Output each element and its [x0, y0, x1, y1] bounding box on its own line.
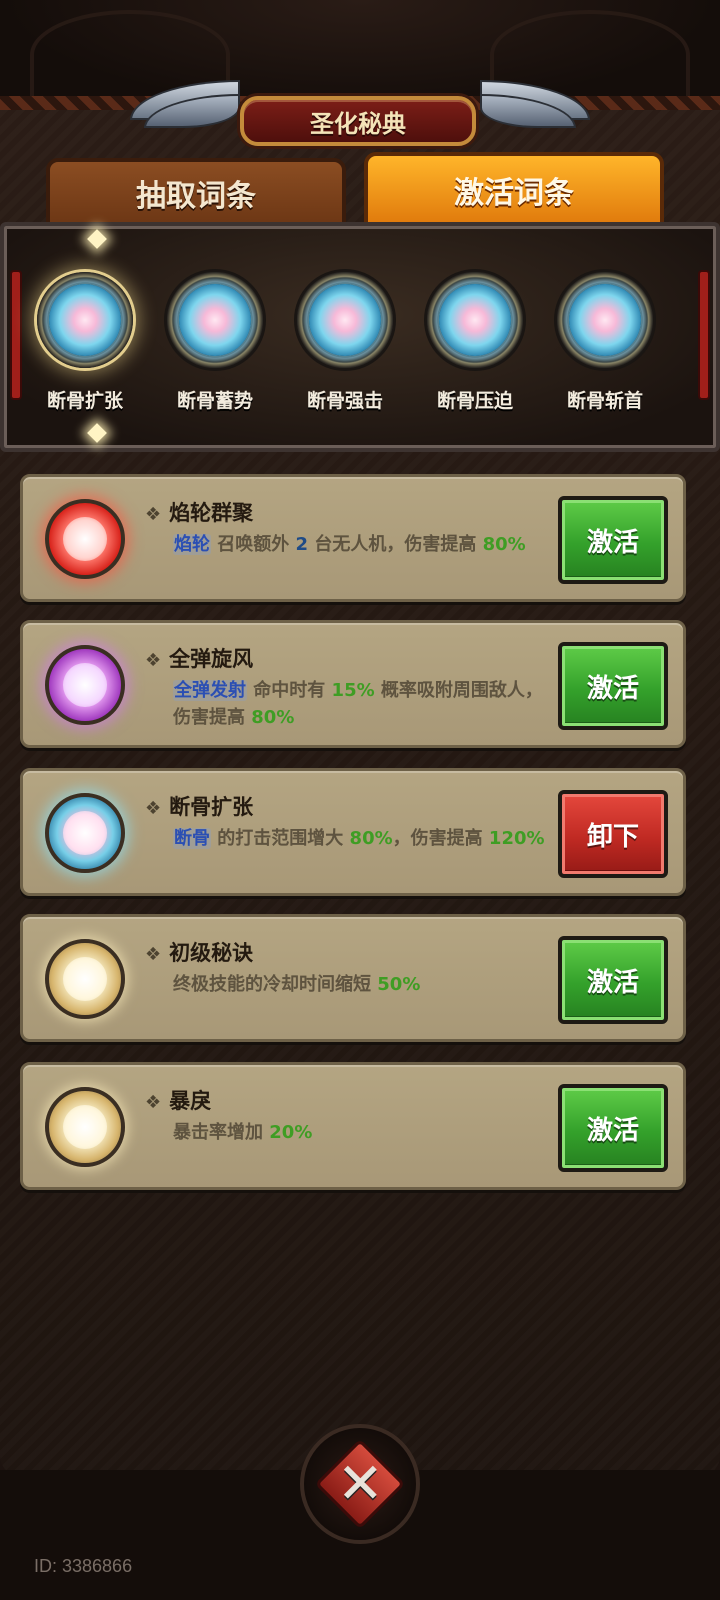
red-orb-icon	[45, 499, 125, 579]
diamond-icon: ❖	[145, 504, 162, 525]
affix-name-text: 全弹旋风	[169, 647, 254, 671]
affix-description: 全弹发射 命中时有 15% 概率吸附周围敌人，伤害提高 80%	[173, 677, 553, 731]
unequip-button[interactable]: 卸下	[558, 790, 668, 878]
desc-text: ，伤害提高	[392, 828, 489, 849]
close-icon: ✕	[314, 1438, 406, 1530]
diamond-icon: ❖	[145, 650, 162, 671]
diamond-icon: ❖	[145, 944, 162, 965]
gold-orb-icon	[45, 1087, 125, 1167]
affix-description: 焰轮 召唤额外 2 台无人机，伤害提高 80%	[173, 531, 553, 558]
affix-card: ❖ 初级秘诀 终极技能的冷却时间缩短 50% 激活	[20, 914, 686, 1042]
cyan-orb-icon	[439, 284, 511, 356]
desc-text: 召唤额外	[211, 534, 296, 555]
equipped-slot-3[interactable]: 断骨强击	[290, 272, 400, 413]
slot-ring	[37, 272, 133, 368]
activate-button[interactable]: 激活	[558, 1084, 668, 1172]
cyan-orb-icon	[309, 284, 381, 356]
affix-keyword: 全弹发射	[173, 680, 247, 701]
slot-label: 断骨强击	[306, 390, 383, 412]
tab-activate-affix[interactable]: 激活词条	[364, 152, 664, 224]
affix-name: ❖ 全弹旋风	[145, 643, 253, 673]
desc-text: 的打击范围增大	[211, 828, 350, 849]
equipped-slot-4[interactable]: 断骨压迫	[420, 272, 530, 413]
affix-name-text: 暴戾	[169, 1089, 212, 1113]
equipped-slot-1[interactable]: 断骨扩张	[30, 272, 140, 413]
affix-description: 终极技能的冷却时间缩短 50%	[173, 971, 553, 998]
desc-number: 15%	[331, 680, 375, 701]
cyan-orb-icon	[179, 284, 251, 356]
affix-name: ❖ 断骨扩张	[145, 791, 253, 821]
gold-orb-icon	[45, 939, 125, 1019]
affix-name-text: 断骨扩张	[169, 795, 254, 819]
affix-keyword: 断骨	[173, 828, 211, 849]
slot-ring	[297, 272, 393, 368]
activate-button[interactable]: 激活	[558, 936, 668, 1024]
wing-left-icon	[130, 80, 250, 150]
desc-number: 50%	[377, 974, 421, 995]
affix-description: 暴击率增加 20%	[173, 1119, 553, 1146]
slot-ring	[427, 272, 523, 368]
affix-keyword: 焰轮	[173, 534, 211, 555]
close-button[interactable]: ✕	[300, 1424, 420, 1544]
strip-cap-left	[10, 270, 22, 400]
desc-text: 终极技能的冷却时间缩短	[173, 974, 378, 995]
desc-text: 台无人机，伤害提高	[308, 534, 483, 555]
slot-label: 断骨扩张	[46, 390, 123, 412]
page-title: 圣化秘典	[240, 96, 476, 146]
slot-label: 断骨蓄势	[176, 390, 253, 412]
affix-name: ❖ 焰轮群聚	[145, 497, 253, 527]
cyan-orb-icon	[45, 793, 125, 873]
activate-button[interactable]: 激活	[558, 496, 668, 584]
slot-ring	[557, 272, 653, 368]
desc-number: 120%	[488, 828, 545, 849]
strip-cap-right	[698, 270, 710, 400]
desc-number: 80%	[349, 828, 393, 849]
activate-button[interactable]: 激活	[558, 642, 668, 730]
equipped-slot-5[interactable]: 断骨斩首	[550, 272, 660, 413]
desc-number: 80%	[482, 534, 526, 555]
cyan-orb-icon	[569, 284, 641, 356]
diamond-icon: ❖	[145, 798, 162, 819]
top-ornament	[0, 0, 720, 110]
slot-label: 断骨压迫	[436, 390, 513, 412]
slot-ring	[167, 272, 263, 368]
desc-number: 80%	[251, 707, 295, 728]
page-title-text: 圣化秘典	[310, 109, 406, 138]
tab-draw-affix[interactable]: 抽取词条	[46, 158, 346, 224]
affix-name-text: 焰轮群聚	[169, 501, 254, 525]
cyan-orb-icon	[49, 284, 121, 356]
slot-label: 断骨斩首	[566, 390, 643, 412]
equipped-slot-2[interactable]: 断骨蓄势	[160, 272, 270, 413]
affix-card: ❖ 断骨扩张 断骨 的打击范围增大 80%，伤害提高 120% 卸下	[20, 768, 686, 896]
desc-number: 20%	[269, 1122, 313, 1143]
affix-card: ❖ 暴戾 暴击率增加 20% 激活	[20, 1062, 686, 1190]
user-id: ID: 3386866	[34, 1556, 133, 1576]
affix-card: ❖ 焰轮群聚 焰轮 召唤额外 2 台无人机，伤害提高 80% 激活	[20, 474, 686, 602]
affix-name: ❖ 暴戾	[145, 1085, 211, 1115]
wing-right-icon	[470, 80, 590, 150]
desc-number: 2	[295, 534, 309, 555]
affix-name: ❖ 初级秘诀	[145, 937, 253, 967]
purple-orb-icon	[45, 645, 125, 725]
affix-name-text: 初级秘诀	[169, 941, 254, 965]
desc-text: 命中时有	[247, 680, 332, 701]
affix-card: ❖ 全弹旋风 全弹发射 命中时有 15% 概率吸附周围敌人，伤害提高 80% 激活	[20, 620, 686, 748]
desc-text: 暴击率增加	[173, 1122, 270, 1143]
diamond-icon: ❖	[145, 1092, 162, 1113]
affix-description: 断骨 的打击范围增大 80%，伤害提高 120%	[173, 825, 553, 852]
